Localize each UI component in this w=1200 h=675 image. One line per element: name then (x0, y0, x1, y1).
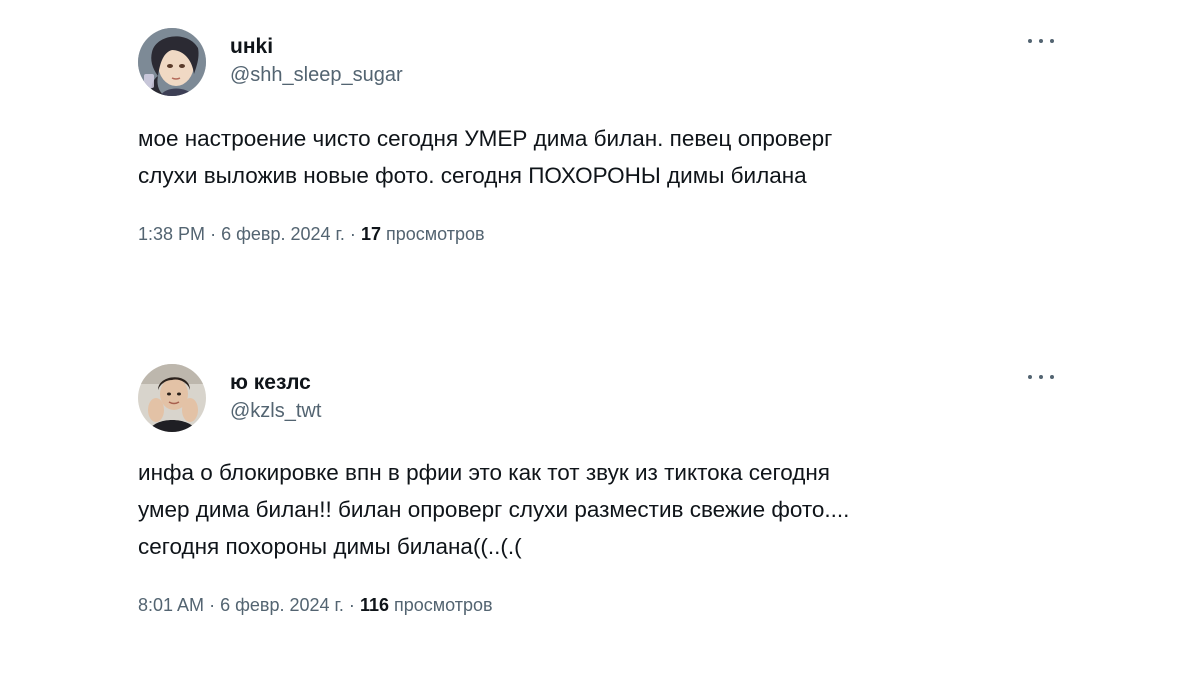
tweet-text: инфа о блокировке впн в рфии это как тот… (138, 460, 850, 559)
user-handle[interactable]: @kzls_twt (230, 398, 321, 424)
user-handle[interactable]: @shh_sleep_sugar (230, 62, 403, 88)
tweet-meta: 8:01 AM · 6 февр. 2024 г. · 116 просмотр… (138, 593, 1068, 617)
views-label: просмотров (385, 224, 485, 244)
more-options-icon[interactable] (1028, 372, 1054, 382)
tweet-time[interactable]: 1:38 PM (138, 224, 205, 244)
tweet[interactable]: uнki @shh_sleep_sugar мое настроение чис… (138, 28, 1068, 246)
tweet-date[interactable]: 6 февр. 2024 г. (221, 224, 345, 244)
display-name[interactable]: uнki (230, 34, 403, 60)
tweet-date[interactable]: 6 февр. 2024 г. (220, 595, 344, 615)
views-count: 116 (359, 595, 389, 615)
avatar[interactable] (138, 28, 206, 96)
user-names: uнki @shh_sleep_sugar (230, 34, 403, 88)
more-options-icon[interactable] (1028, 36, 1054, 46)
tweet-meta: 1:38 PM · 6 февр. 2024 г. · 17 просмотро… (138, 222, 1068, 246)
tweet-header: uнki @shh_sleep_sugar (138, 28, 1068, 98)
avatar-image (138, 364, 206, 432)
separator: · (348, 595, 355, 615)
views-label: просмотров (394, 595, 493, 615)
tweet-text: мое настроение чисто сегодня УМЕР дима б… (138, 126, 833, 188)
avatar-image (138, 28, 206, 96)
display-name[interactable]: ю кезлс (230, 370, 321, 396)
views-count: 17 (360, 224, 381, 244)
user-names: ю кезлс @kzls_twt (230, 370, 321, 424)
avatar[interactable] (138, 364, 206, 432)
tweet[interactable]: ю кезлс @kzls_twt инфа о блокировке впн … (138, 364, 1068, 617)
separator: · (210, 224, 217, 244)
tweet-header: ю кезлс @kzls_twt (138, 364, 1068, 434)
separator: · (209, 595, 216, 615)
separator: · (349, 224, 356, 244)
tweet-time[interactable]: 8:01 AM (138, 595, 204, 615)
